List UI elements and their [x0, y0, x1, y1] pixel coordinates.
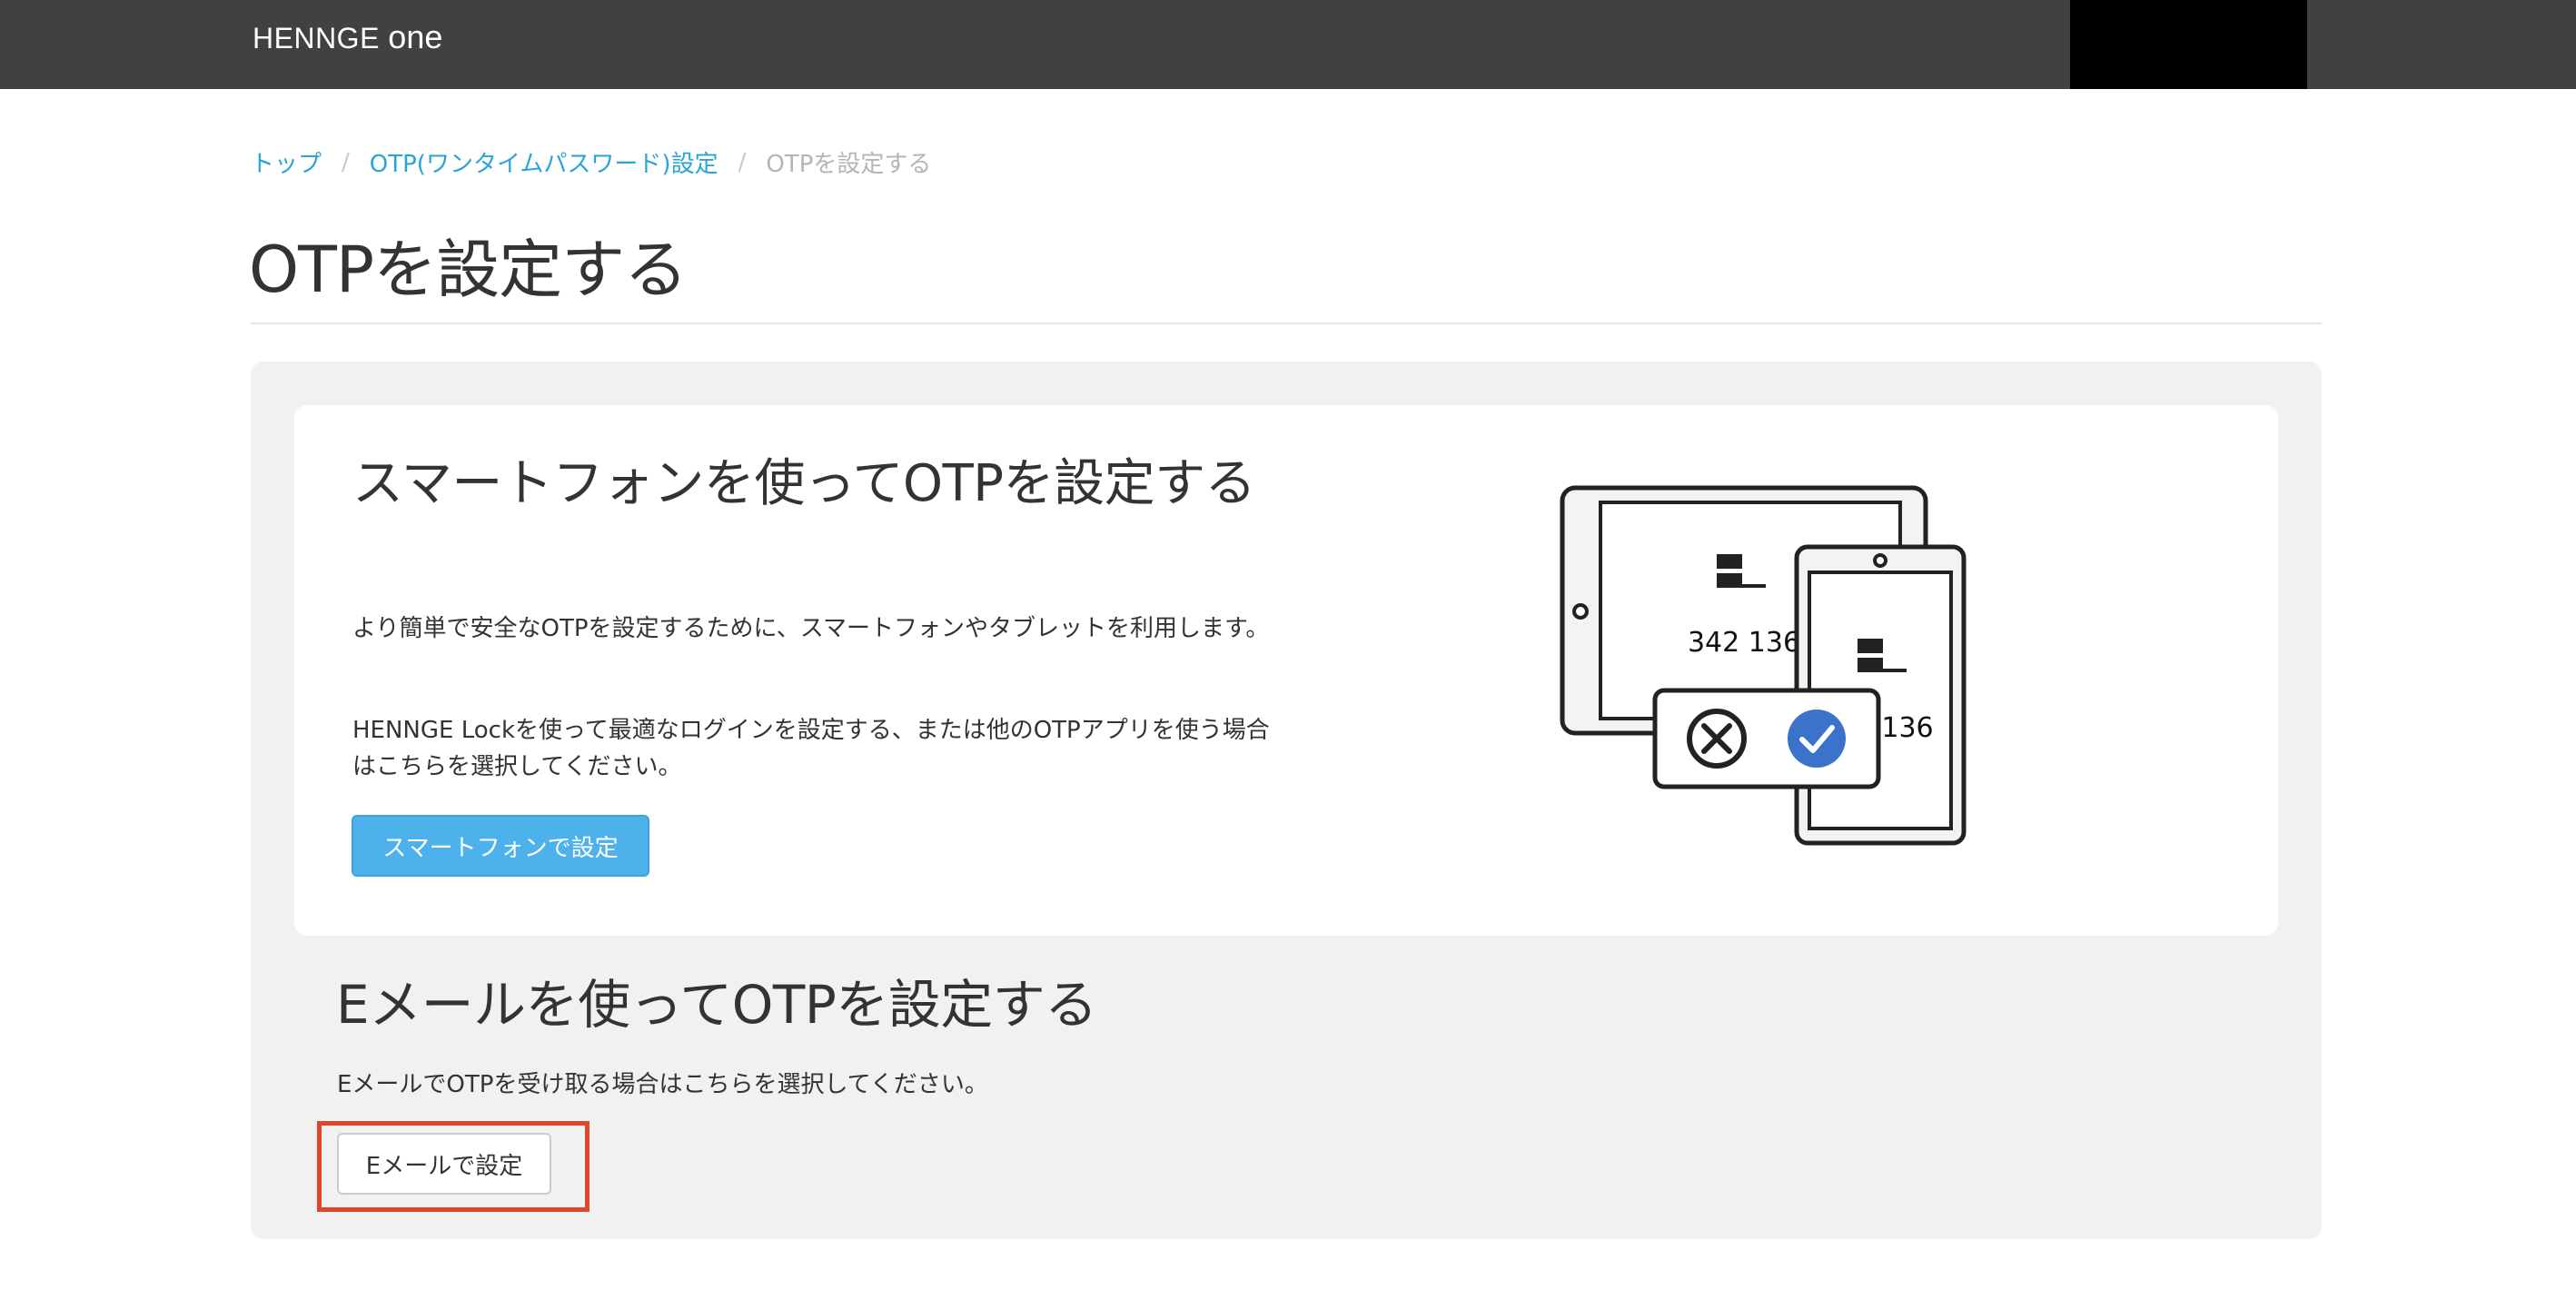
breadcrumb-separator: /	[738, 148, 747, 176]
email-section-heading: Eメールを使ってOTPを設定する	[336, 974, 1097, 1036]
tablet-otp-code: 342 136	[1688, 627, 1800, 659]
smartphone-description-2: HENNGE Lockを使って最適なログインを設定する、または他のOTPアプリを…	[352, 717, 1270, 780]
breadcrumb-link-otp-settings[interactable]: OTP(ワンタイムパスワード)設定	[370, 145, 718, 179]
user-menu-redacted[interactable]	[2070, 0, 2307, 89]
smartphone-section-heading: スマートフォンを使ってOTPを設定する	[352, 454, 1256, 513]
tablet-phone-otp-illustration: 342 136 136	[1560, 485, 1967, 846]
breadcrumb-current: OTPを設定する	[766, 151, 932, 178]
breadcrumb-link-top[interactable]: トップ	[251, 145, 322, 179]
page-title: OTPを設定する	[249, 233, 688, 307]
approval-dialog	[1652, 688, 1881, 789]
setup-with-smartphone-button[interactable]: スマートフォンで設定	[352, 815, 649, 877]
logo-text: HENNGE	[253, 22, 389, 55]
henngeone-logo[interactable]: HENNGE one	[253, 18, 442, 56]
reject-icon	[1687, 709, 1747, 769]
phone-otp-code: 136	[1881, 712, 1933, 744]
setup-with-email-button[interactable]: Eメールで設定	[337, 1133, 551, 1195]
breadcrumb: トップ / OTP(ワンタイムパスワード)設定 / OTPを設定する	[251, 145, 931, 179]
email-description: EメールでOTPを受け取る場合はこちらを選択してください。	[337, 1071, 988, 1098]
smartphone-description-1: より簡単で安全なOTPを設定するために、スマートフォンやタブレットを利用します。	[352, 615, 1270, 642]
approve-icon	[1788, 710, 1846, 768]
title-divider	[251, 322, 2322, 324]
logo-suffix: one	[388, 18, 443, 55]
top-navigation-bar: HENNGE one	[0, 0, 2576, 89]
breadcrumb-separator: /	[342, 148, 350, 176]
